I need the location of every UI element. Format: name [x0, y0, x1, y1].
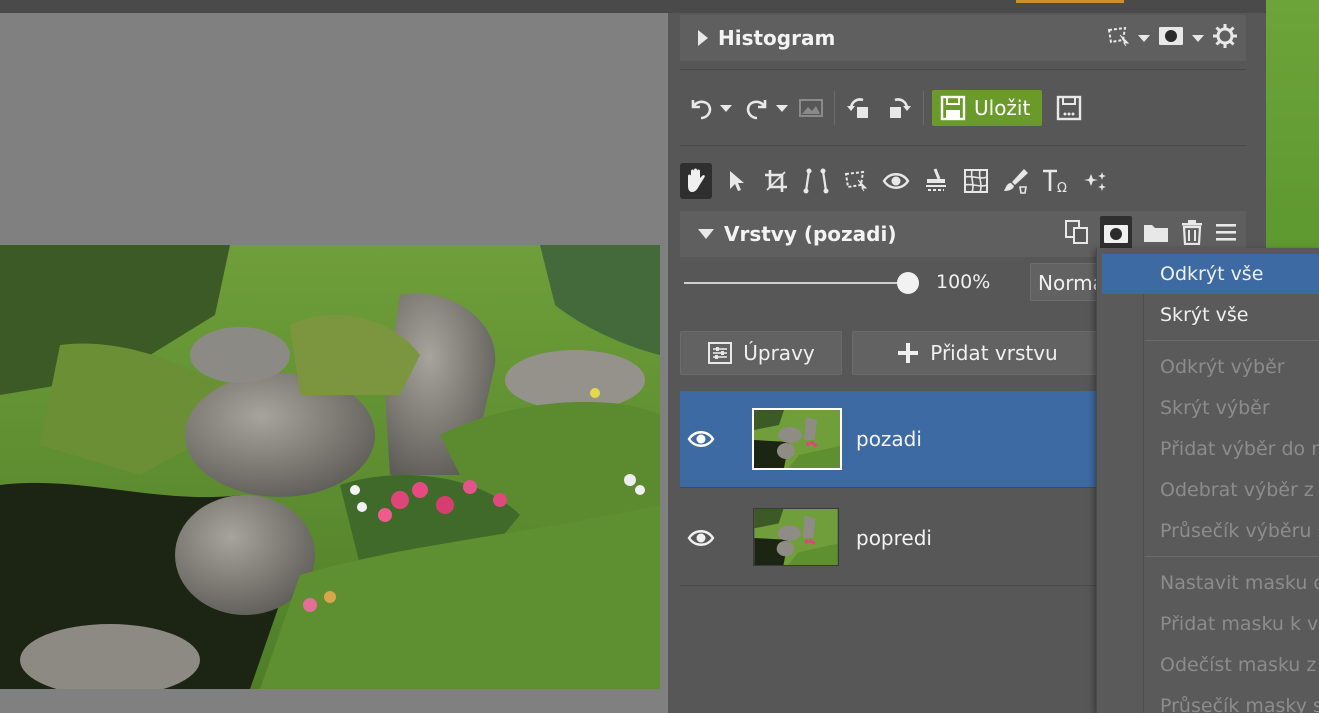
add-layer-label: Přidat vrstvu — [930, 341, 1058, 365]
menu-item-add-mask-to-selection[interactable]: Přidat masku k výběru — [1097, 604, 1319, 644]
svg-text:Ω: Ω — [1057, 181, 1067, 195]
redo-history-chevron-icon[interactable] — [776, 104, 788, 112]
expand-arrow-icon[interactable] — [698, 30, 708, 46]
mask-menu-icon[interactable] — [1100, 216, 1132, 252]
red-eye-tool-icon[interactable] — [880, 163, 912, 199]
menu-separator — [1145, 340, 1319, 341]
save-as-icon[interactable] — [1052, 90, 1086, 126]
edits-button[interactable]: Úpravy — [680, 331, 842, 375]
visibility-eye-icon[interactable] — [686, 391, 716, 487]
main-toolbar: Uložit — [680, 71, 1246, 145]
brush-tool-icon[interactable] — [1000, 163, 1032, 199]
chevron-down-icon[interactable] — [1192, 34, 1204, 42]
menu-item-add-selection-to-mask[interactable]: Přidat výběr do masky — [1097, 429, 1319, 469]
trash-icon[interactable] — [1180, 219, 1204, 249]
text-tool-icon[interactable]: Ω — [1040, 163, 1072, 199]
perspective-tool-icon[interactable] — [800, 163, 832, 199]
undo-history-chevron-icon[interactable] — [720, 104, 732, 112]
menu-item-reveal-selection[interactable]: Odkrýt výběr — [1097, 347, 1319, 387]
layers-title: Vrstvy (pozadi) — [724, 222, 897, 246]
active-tab-indicator — [1016, 0, 1124, 3]
rotate-right-icon[interactable] — [881, 90, 915, 126]
save-label: Uložit — [974, 96, 1031, 120]
menu-item-remove-selection-from-mask[interactable]: Odebrat výběr z masky — [1097, 470, 1319, 510]
menu-item-reveal-all[interactable]: Odkrýt vše — [1102, 254, 1319, 294]
hand-tool-icon[interactable] — [680, 163, 712, 199]
collapse-arrow-icon[interactable] — [698, 229, 714, 239]
histogram-header[interactable]: Histogram — [680, 15, 1246, 61]
opacity-value: 100% — [936, 271, 991, 293]
selection-tool-icon[interactable] — [1106, 25, 1130, 51]
divider — [680, 69, 1246, 70]
visibility-eye-icon[interactable] — [686, 490, 716, 586]
gear-icon[interactable] — [1212, 23, 1238, 53]
menu-item-intersect-selection-with-mask[interactable]: Průsečík výběru s maskou — [1097, 511, 1319, 551]
divider — [680, 145, 1246, 146]
save-button[interactable]: Uložit — [932, 90, 1043, 126]
hamburger-menu-icon[interactable] — [1214, 221, 1238, 247]
save-icon — [940, 95, 966, 121]
layer-thumbnail — [753, 508, 839, 566]
clone-stamp-tool-icon[interactable] — [920, 163, 952, 199]
duplicate-layer-icon[interactable] — [1064, 219, 1090, 249]
layer-name[interactable]: pozadi — [856, 427, 922, 451]
chevron-down-icon[interactable] — [1138, 34, 1150, 42]
tools-row: Ω — [680, 161, 1246, 201]
mask-dropdown-menu: Odkrýt vše Skrýt vše Odkrýt výběr Skrýt … — [1096, 248, 1319, 713]
redo-icon[interactable] — [740, 90, 774, 126]
image-icon — [796, 90, 826, 126]
menu-item-set-mask-from-selection[interactable]: Nastavit masku dle výběru — [1097, 563, 1319, 603]
histogram-title: Histogram — [718, 26, 836, 50]
toolbar-separator — [834, 91, 835, 125]
toolbar-separator — [923, 91, 924, 125]
photo-preview[interactable] — [0, 245, 660, 689]
menu-item-hide-all[interactable]: Skrýt vše — [1097, 295, 1319, 335]
menu-item-intersect-mask-with-selection[interactable]: Průsečík masky s výběrem — [1097, 686, 1319, 713]
warp-tool-icon[interactable] — [960, 163, 992, 199]
menu-item-subtract-mask-from-selection[interactable]: Odečíst masku z výběru — [1097, 645, 1319, 685]
opacity-slider-track[interactable] — [684, 282, 906, 284]
pointer-tool-icon[interactable] — [720, 163, 752, 199]
menu-item-hide-selection[interactable]: Skrýt výběr — [1097, 388, 1319, 428]
folder-icon[interactable] — [1142, 220, 1170, 248]
layer-thumbnail — [752, 408, 842, 470]
edits-label: Úpravy — [743, 341, 815, 365]
top-bar — [0, 0, 1266, 13]
adjustments-icon — [708, 342, 733, 364]
crop-tool-icon[interactable] — [760, 163, 792, 199]
undo-icon[interactable] — [684, 90, 718, 126]
menu-separator — [1145, 556, 1319, 557]
layer-name[interactable]: popredi — [856, 526, 932, 550]
mask-icon[interactable] — [1158, 25, 1184, 51]
effects-tool-icon[interactable] — [1080, 163, 1112, 199]
plus-icon — [898, 343, 919, 363]
opacity-slider-handle[interactable] — [897, 272, 919, 294]
selection-tool-icon[interactable] — [840, 163, 872, 199]
add-layer-button[interactable]: Přidat vrstvu — [852, 331, 1102, 375]
rotate-left-icon[interactable] — [843, 90, 877, 126]
